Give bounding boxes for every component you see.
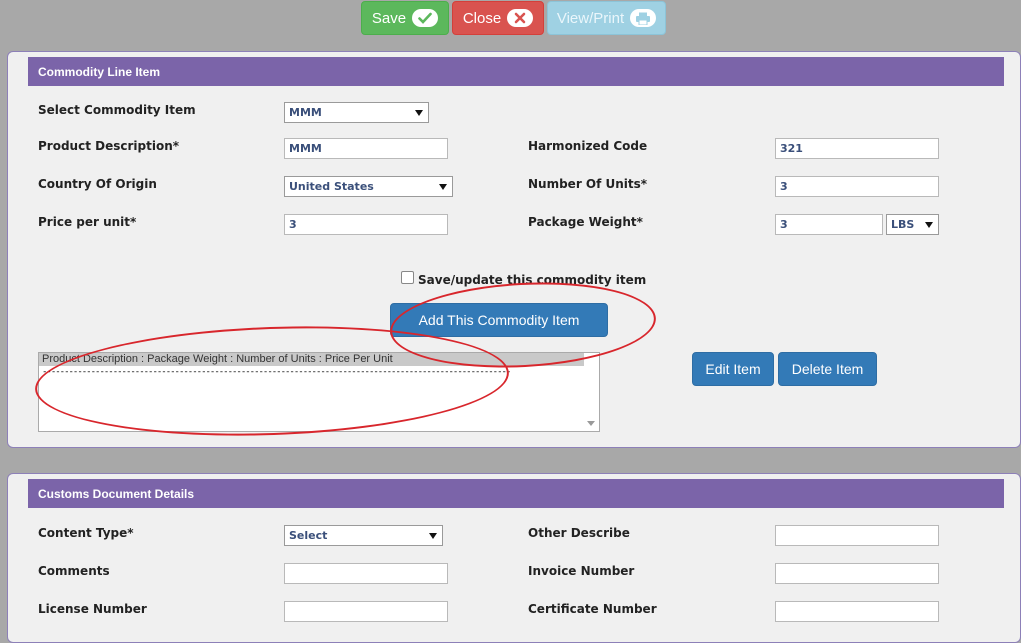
commodity-panel-header: Commodity Line Item [28, 57, 1004, 86]
weight-unit-dropdown[interactable]: LBS [886, 214, 939, 235]
add-commodity-button[interactable]: Add This Commodity Item [390, 303, 608, 337]
view-print-button[interactable]: View/Print [547, 1, 666, 35]
certificate-number-input[interactable] [775, 601, 939, 622]
edit-item-button[interactable]: Edit Item [692, 352, 774, 386]
content-type-label: Content Type* [38, 526, 134, 540]
chevron-down-icon [439, 184, 447, 190]
license-number-input[interactable] [284, 601, 448, 622]
package-weight-label: Package Weight* [528, 215, 643, 229]
commodity-list-separator: ----------------------------------------… [42, 367, 511, 377]
customs-panel-header: Customs Document Details [28, 479, 1004, 508]
number-of-units-label: Number Of Units* [528, 177, 648, 191]
product-description-input[interactable]: MMM [284, 138, 448, 159]
scroll-down-icon[interactable] [587, 421, 595, 426]
close-label: Close [462, 9, 502, 27]
save-button[interactable]: Save [361, 1, 449, 35]
comments-input[interactable] [284, 563, 448, 584]
check-icon [412, 9, 439, 27]
printer-icon [630, 9, 657, 27]
chevron-down-icon [415, 110, 423, 116]
other-describe-label: Other Describe [528, 526, 630, 540]
delete-item-button[interactable]: Delete Item [778, 352, 877, 386]
harmonized-code-label: Harmonized Code [528, 139, 648, 153]
country-of-origin-value: United States [289, 180, 374, 193]
certificate-number-label: Certificate Number [528, 602, 657, 616]
package-weight-input[interactable]: 3 [775, 214, 883, 235]
invoice-number-label: Invoice Number [528, 564, 635, 578]
customs-panel: Customs Document Details Content Type* S… [7, 473, 1021, 643]
harmonized-code-input[interactable]: 321 [775, 138, 939, 159]
other-describe-input[interactable] [775, 525, 939, 546]
select-commodity-value: MMM [289, 106, 322, 119]
save-update-label: Save/update this commodity item [418, 273, 647, 287]
product-description-label: Product Description* [38, 139, 180, 153]
select-commodity-label: Select Commodity Item [38, 103, 196, 117]
comments-label: Comments [38, 564, 110, 578]
close-icon [507, 9, 534, 27]
country-of-origin-label: Country Of Origin [38, 177, 157, 191]
country-of-origin-dropdown[interactable]: United States [284, 176, 453, 197]
number-of-units-input[interactable]: 3 [775, 176, 939, 197]
invoice-number-input[interactable] [775, 563, 939, 584]
content-type-dropdown[interactable]: Select [284, 525, 443, 546]
close-button[interactable]: Close [452, 1, 544, 35]
content-type-value: Select [289, 529, 328, 542]
select-commodity-dropdown[interactable]: MMM [284, 102, 429, 123]
price-per-unit-label: Price per unit* [38, 215, 137, 229]
chevron-down-icon [925, 222, 933, 228]
save-update-checkbox[interactable] [401, 271, 414, 284]
price-per-unit-input[interactable]: 3 [284, 214, 448, 235]
commodity-panel: Commodity Line Item Select Commodity Ite… [7, 51, 1021, 448]
chevron-down-icon [429, 533, 437, 539]
commodity-list[interactable]: Product Description : Package Weight : N… [38, 352, 600, 432]
save-label: Save [371, 9, 407, 27]
license-number-label: License Number [38, 602, 147, 616]
commodity-list-header: Product Description : Package Weight : N… [39, 353, 584, 366]
view-print-label: View/Print [556, 9, 625, 27]
weight-unit-value: LBS [891, 218, 915, 231]
